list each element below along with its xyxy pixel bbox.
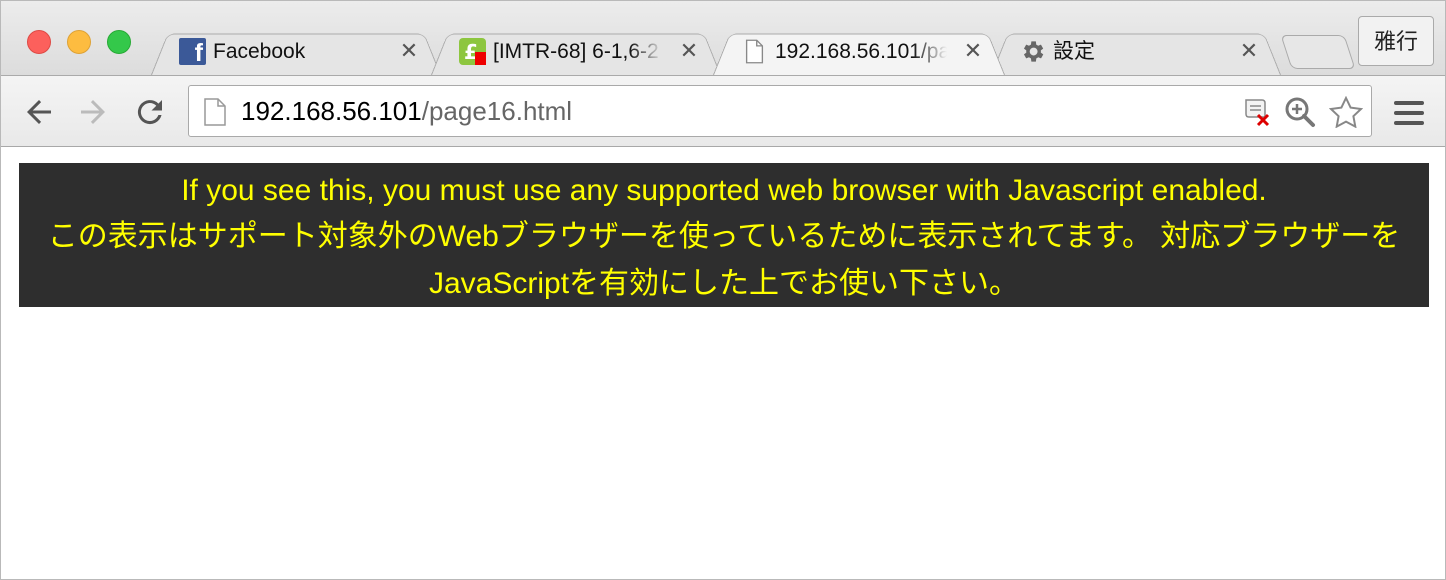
noscript-warning-banner: If you see this, you must use any suppor… xyxy=(19,163,1429,307)
gear-icon xyxy=(1019,38,1046,65)
tab-title: 192.168.56.101/page16.html xyxy=(775,40,947,63)
window-close-button[interactable] xyxy=(27,30,51,54)
hamburger-menu-icon[interactable] xyxy=(1391,98,1427,128)
close-icon[interactable]: ✕ xyxy=(397,39,421,63)
url-text[interactable]: 192.168.56.101/page16.html xyxy=(241,96,572,126)
tab-facebook[interactable]: f Facebook ✕ xyxy=(151,27,441,75)
tab-page16[interactable]: 192.168.56.101/page16.html ✕ xyxy=(713,27,1005,75)
tab-imtr-68[interactable]: £ [IMTR-68] 6-1,6-2 ✕ xyxy=(431,27,721,75)
window-minimize-button[interactable] xyxy=(67,30,91,54)
new-tab-button[interactable] xyxy=(1280,35,1356,69)
warning-text-japanese: この表示はサポート対象外のWebブラウザーを使っているために表示されてます。 対… xyxy=(47,220,1401,300)
issue-tracker-icon: £ xyxy=(459,38,486,65)
window-maximize-button[interactable] xyxy=(107,30,131,54)
bookmark-star-icon[interactable] xyxy=(1328,95,1364,129)
warning-text-english: If you see this, you must use any suppor… xyxy=(181,174,1267,207)
back-arrow-icon[interactable] xyxy=(21,94,57,130)
tab-settings[interactable]: 設定 ✕ xyxy=(991,27,1281,75)
page-icon xyxy=(741,38,768,65)
address-bar[interactable]: 192.168.56.101/page16.html xyxy=(188,85,1372,137)
url-host: 192.168.56.101 xyxy=(241,96,422,126)
toolbar: 192.168.56.101/page16.html xyxy=(1,75,1445,147)
reload-icon[interactable] xyxy=(132,94,168,130)
close-icon[interactable]: ✕ xyxy=(961,39,985,63)
tab-title: Facebook xyxy=(213,40,306,63)
blocked-script-icon[interactable] xyxy=(1241,96,1273,128)
close-icon[interactable]: ✕ xyxy=(1237,39,1261,63)
page-icon xyxy=(204,98,226,126)
tab-strip: f Facebook ✕ £ [IMTR-68] 6-1,6-2 ✕ 設定 ✕ … xyxy=(1,1,1445,76)
close-icon[interactable]: ✕ xyxy=(677,39,701,63)
zoom-icon[interactable] xyxy=(1284,96,1316,128)
tab-title: [IMTR-68] 6-1,6-2 xyxy=(493,40,659,63)
profile-button[interactable]: 雅行 xyxy=(1358,16,1434,66)
forward-arrow-icon[interactable] xyxy=(75,94,111,130)
url-path: /page16.html xyxy=(421,96,573,126)
facebook-icon: f xyxy=(179,38,206,65)
browser-window: f Facebook ✕ £ [IMTR-68] 6-1,6-2 ✕ 設定 ✕ … xyxy=(0,0,1446,580)
tab-title: 設定 xyxy=(1053,40,1095,63)
page-content: If you see this, you must use any suppor… xyxy=(1,147,1445,579)
